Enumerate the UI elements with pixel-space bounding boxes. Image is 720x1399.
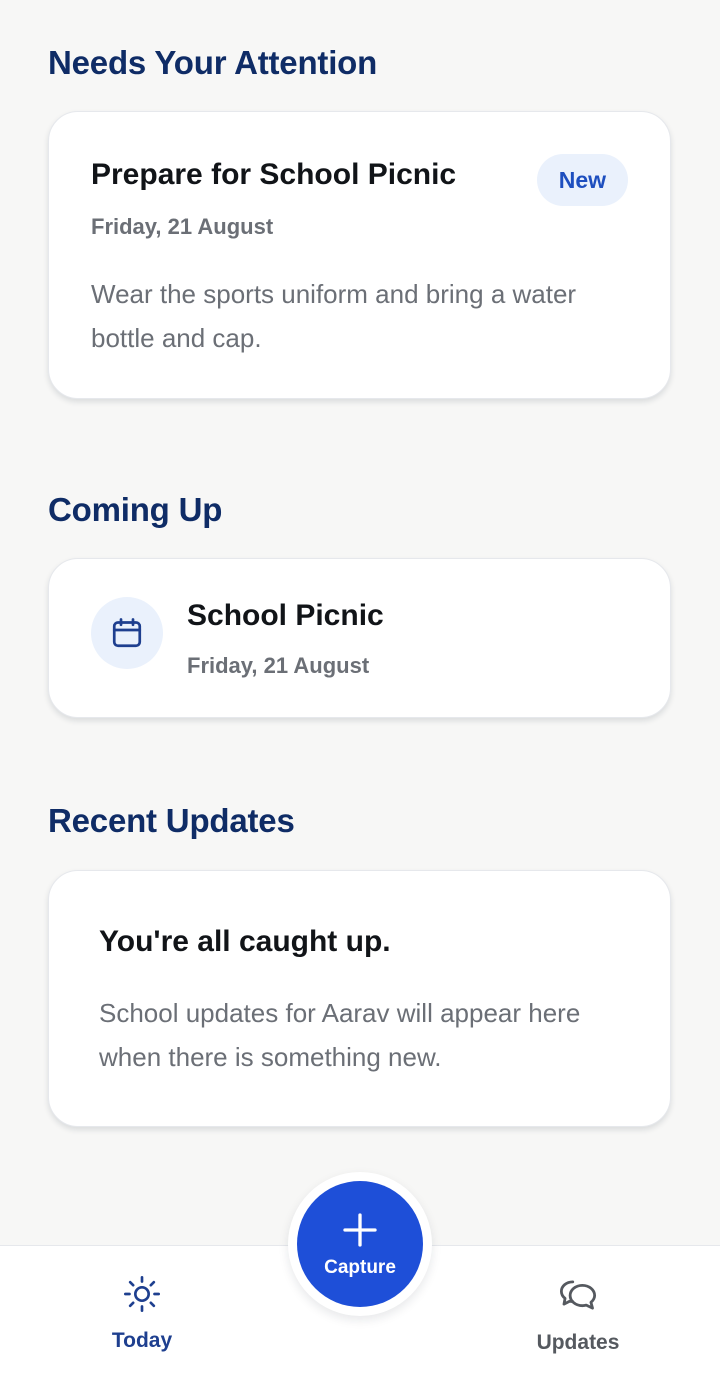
event-date: Friday, 21 August — [187, 653, 370, 678]
nav-tab-updates[interactable]: Updates — [508, 1274, 648, 1355]
empty-updates-card: You're all caught up. School updates for… — [48, 870, 671, 1127]
attention-card-date: Friday, 21 August — [91, 214, 274, 239]
section-title-needs-attention: Needs Your Attention — [48, 44, 378, 81]
attention-card[interactable]: Prepare for School Picnic New Friday, 21… — [48, 111, 671, 399]
empty-state-body: School updates for Aarav will appear her… — [99, 998, 581, 1072]
nav-label-updates: Updates — [536, 1331, 620, 1354]
capture-button[interactable]: Capture — [297, 1181, 423, 1307]
sun-icon — [122, 1274, 162, 1319]
empty-state-title: You're all caught up. — [99, 925, 391, 958]
attention-card-description: Wear the sports uniform and bring a wate… — [91, 279, 577, 353]
event-title: School Picnic — [187, 599, 384, 632]
plus-icon — [340, 1210, 380, 1255]
new-badge: New — [536, 154, 628, 206]
calendar-icon — [91, 597, 163, 669]
nav-tab-today[interactable]: Today — [72, 1274, 212, 1353]
section-title-coming-up: Coming Up — [48, 491, 223, 528]
attention-card-title: Prepare for School Picnic — [91, 158, 457, 191]
chat-bubbles-icon — [557, 1274, 599, 1321]
today-screen: Needs Your Attention Prepare for School … — [0, 0, 720, 1399]
capture-label: Capture — [324, 1256, 396, 1278]
section-title-recent-updates: Recent Updates — [48, 802, 295, 839]
upcoming-event-card[interactable]: School Picnic Friday, 21 August — [48, 558, 671, 718]
nav-label-today: Today — [111, 1329, 173, 1352]
